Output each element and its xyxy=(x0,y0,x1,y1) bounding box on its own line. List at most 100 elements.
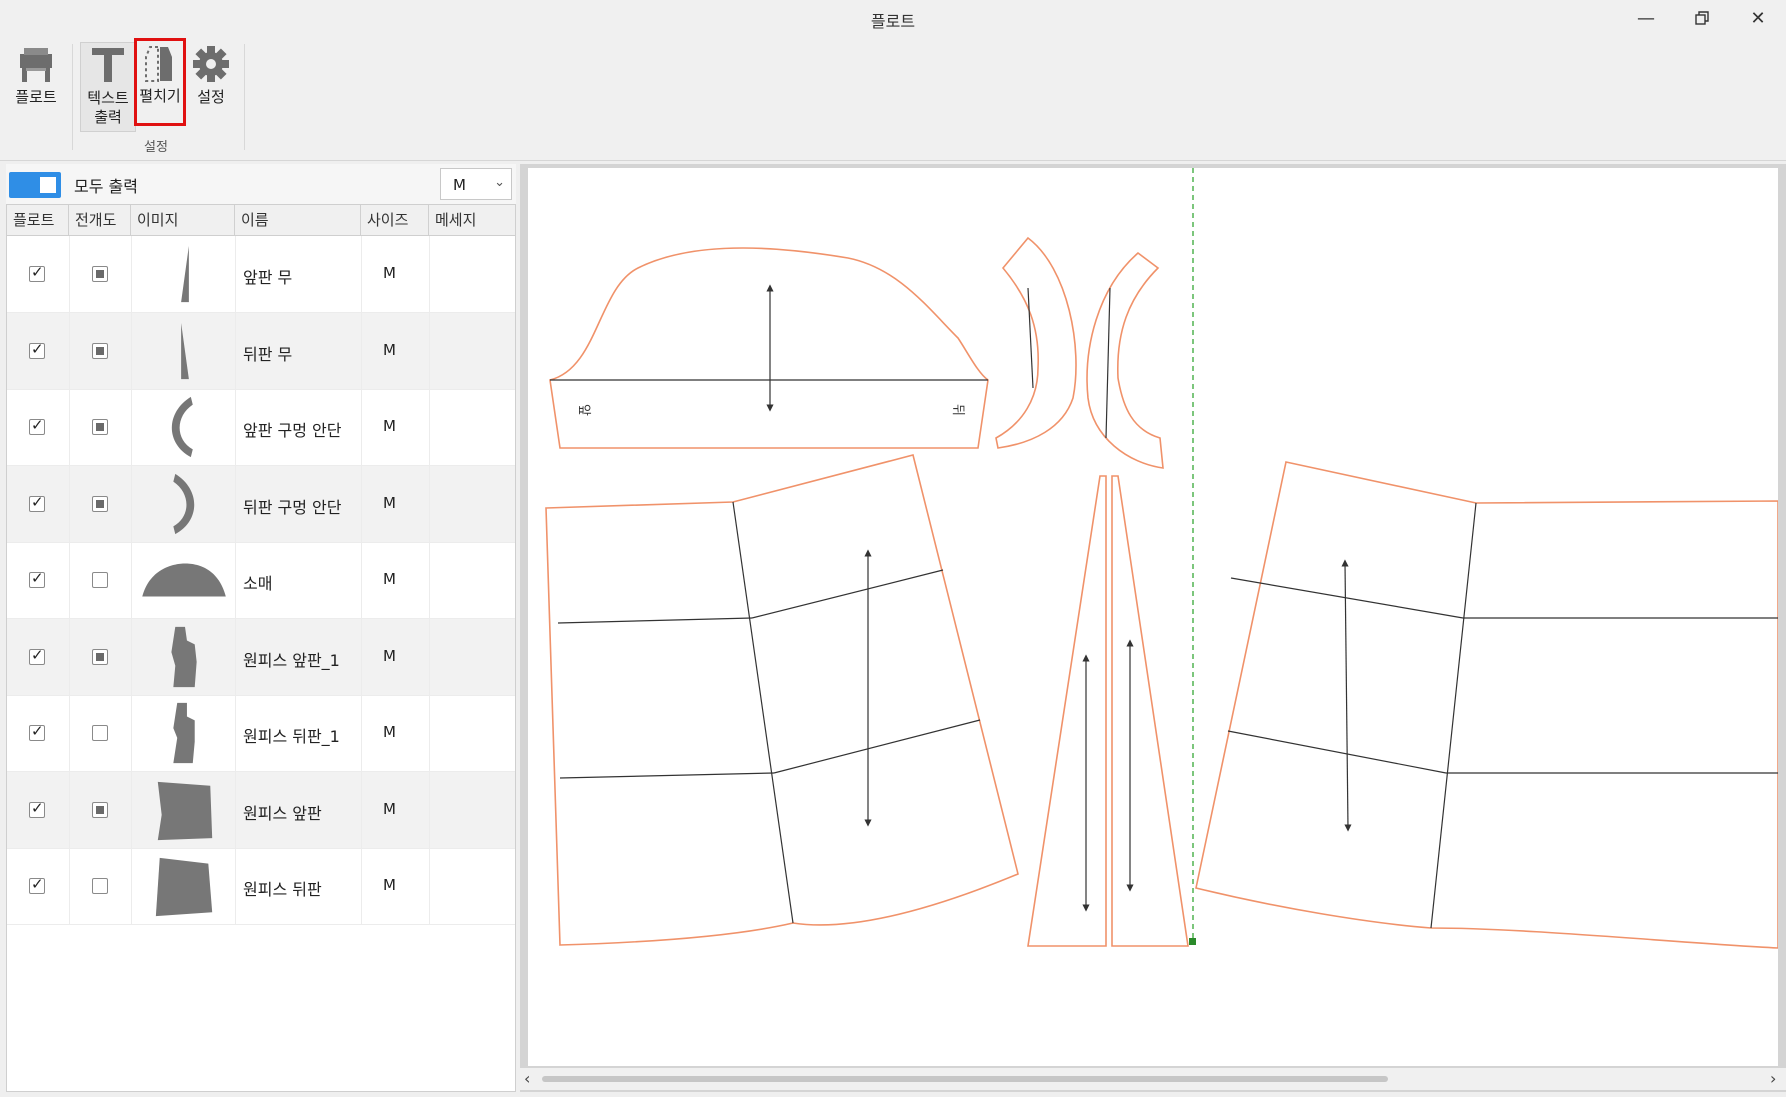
unfold-label: 펼치기 xyxy=(139,87,181,105)
unfold-checkbox[interactable] xyxy=(92,878,108,894)
unfold-checkbox[interactable] xyxy=(92,648,108,665)
pattern-name: 앞판 구멍 안단 xyxy=(243,421,342,440)
table-header: 플로트 전개도 이미지 이름 사이즈 메세지 xyxy=(7,205,515,236)
pattern-size: M xyxy=(383,264,396,282)
pattern-name: 원피스 앞판 xyxy=(243,803,322,823)
table-row[interactable]: 뒤판 무 M xyxy=(7,312,515,390)
plot-checkbox[interactable] xyxy=(29,875,45,894)
scroll-left-icon[interactable]: ‹ xyxy=(524,1069,530,1088)
column-divider xyxy=(69,542,70,618)
table-row[interactable]: 소매 M xyxy=(7,542,515,619)
table-row[interactable]: 원피스 앞판_1 M xyxy=(7,618,515,696)
plot-checkbox[interactable] xyxy=(29,646,45,665)
column-header-name[interactable]: 이름 xyxy=(235,205,361,235)
gear-icon xyxy=(189,42,233,86)
pattern-size: M xyxy=(383,646,396,665)
minimize-button[interactable]: — xyxy=(1622,2,1670,34)
plot-checkbox[interactable] xyxy=(29,493,45,512)
close-icon: ✕ xyxy=(1750,7,1766,29)
column-divider xyxy=(361,236,362,312)
column-divider xyxy=(69,848,70,924)
plot-button[interactable]: 플로트 xyxy=(10,42,62,107)
column-divider xyxy=(235,236,236,312)
column-divider xyxy=(429,618,430,695)
column-divider xyxy=(131,771,132,848)
plot-canvas-area: 앞 뒤 ‹ › xyxy=(520,164,1786,1092)
column-divider xyxy=(361,312,362,389)
sleeve-piece xyxy=(549,247,989,449)
restore-button[interactable] xyxy=(1678,2,1726,34)
print-all-toggle[interactable] xyxy=(9,172,61,198)
pattern-thumbnail xyxy=(181,322,189,379)
window-title: 플로트 xyxy=(870,12,916,31)
column-divider xyxy=(235,389,236,465)
column-header-plot[interactable]: 플로트 xyxy=(7,205,69,235)
settings-button[interactable]: 설정 xyxy=(188,42,234,107)
horizontal-scrollbar[interactable]: ‹ › xyxy=(520,1068,1786,1090)
pattern-size: M xyxy=(383,723,396,741)
scroll-right-icon[interactable]: › xyxy=(1770,1069,1776,1088)
unfold-checkbox[interactable] xyxy=(92,572,108,588)
column-header-message[interactable]: 메세지 xyxy=(429,205,515,235)
plot-checkbox[interactable] xyxy=(29,569,45,588)
size-select[interactable]: M ⌄ xyxy=(440,168,512,200)
front-panel-piece xyxy=(545,454,1019,946)
pattern-layout: 앞 뒤 xyxy=(545,168,1778,949)
table-row[interactable]: 원피스 뒤판 M xyxy=(7,848,515,925)
pattern-name: 원피스 앞판_1 xyxy=(243,650,340,670)
column-divider xyxy=(69,465,70,542)
unfold-checkbox[interactable] xyxy=(92,266,108,282)
unfold-checkbox[interactable] xyxy=(92,419,108,435)
table-row[interactable]: 앞판 구멍 안단 M xyxy=(7,389,515,466)
ribbon-separator xyxy=(244,44,245,150)
text-output-label: 텍스트 출력 xyxy=(87,89,129,126)
plot-canvas[interactable]: 앞 뒤 xyxy=(528,168,1778,1066)
scrollbar-thumb[interactable] xyxy=(542,1076,1388,1082)
pattern-thumbnail xyxy=(173,702,195,764)
column-divider xyxy=(131,618,132,695)
restore-icon xyxy=(1695,11,1709,25)
column-divider xyxy=(429,542,430,618)
column-divider xyxy=(361,542,362,618)
column-header-unfold[interactable]: 전개도 xyxy=(69,205,131,235)
column-divider xyxy=(69,695,70,771)
pattern-size: M xyxy=(383,340,396,359)
column-header-image[interactable]: 이미지 xyxy=(131,205,235,235)
text-output-button[interactable]: 텍스트 출력 xyxy=(80,42,136,132)
column-divider xyxy=(429,771,430,848)
plot-checkbox[interactable] xyxy=(29,799,45,818)
column-divider xyxy=(131,236,132,312)
pattern-size: M xyxy=(383,799,396,818)
column-divider xyxy=(235,771,236,848)
unfold-checkbox[interactable] xyxy=(92,495,108,512)
table-row[interactable]: 앞판 무 M xyxy=(7,236,515,313)
plot-checkbox[interactable] xyxy=(29,416,45,435)
back-panel-piece xyxy=(1195,461,1778,949)
close-button[interactable]: ✕ xyxy=(1734,2,1782,34)
pattern-list-panel: 모두 출력 M ⌄ 플로트 전개도 이미지 이름 사이즈 메세지 앞판 무M뒤판… xyxy=(6,164,516,1092)
column-divider xyxy=(429,848,430,924)
column-divider xyxy=(235,618,236,695)
pattern-thumbnail xyxy=(171,396,193,458)
chevron-down-icon: ⌄ xyxy=(494,175,505,190)
pattern-name: 앞판 무 xyxy=(243,268,293,287)
front-label: 앞 xyxy=(576,404,591,416)
unfold-checkbox[interactable] xyxy=(92,725,108,741)
column-divider xyxy=(429,389,430,465)
table-row[interactable]: 원피스 앞판 M xyxy=(7,771,515,849)
unfold-checkbox[interactable] xyxy=(92,801,108,818)
column-header-size[interactable]: 사이즈 xyxy=(361,205,429,235)
table-row[interactable]: 원피스 뒤판_1 M xyxy=(7,695,515,772)
column-divider xyxy=(235,312,236,389)
pattern-name: 원피스 뒤판_1 xyxy=(243,727,340,746)
plot-checkbox[interactable] xyxy=(29,340,45,359)
column-divider xyxy=(235,848,236,924)
plot-checkbox[interactable] xyxy=(29,263,45,282)
plot-checkbox[interactable] xyxy=(29,722,45,741)
unfold-button[interactable]: 펼치기 xyxy=(134,38,186,126)
column-divider xyxy=(429,695,430,771)
column-divider xyxy=(361,695,362,771)
back-label: 뒤 xyxy=(950,404,965,416)
unfold-checkbox[interactable] xyxy=(92,342,108,359)
table-row[interactable]: 뒤판 구멍 안단 M xyxy=(7,465,515,543)
